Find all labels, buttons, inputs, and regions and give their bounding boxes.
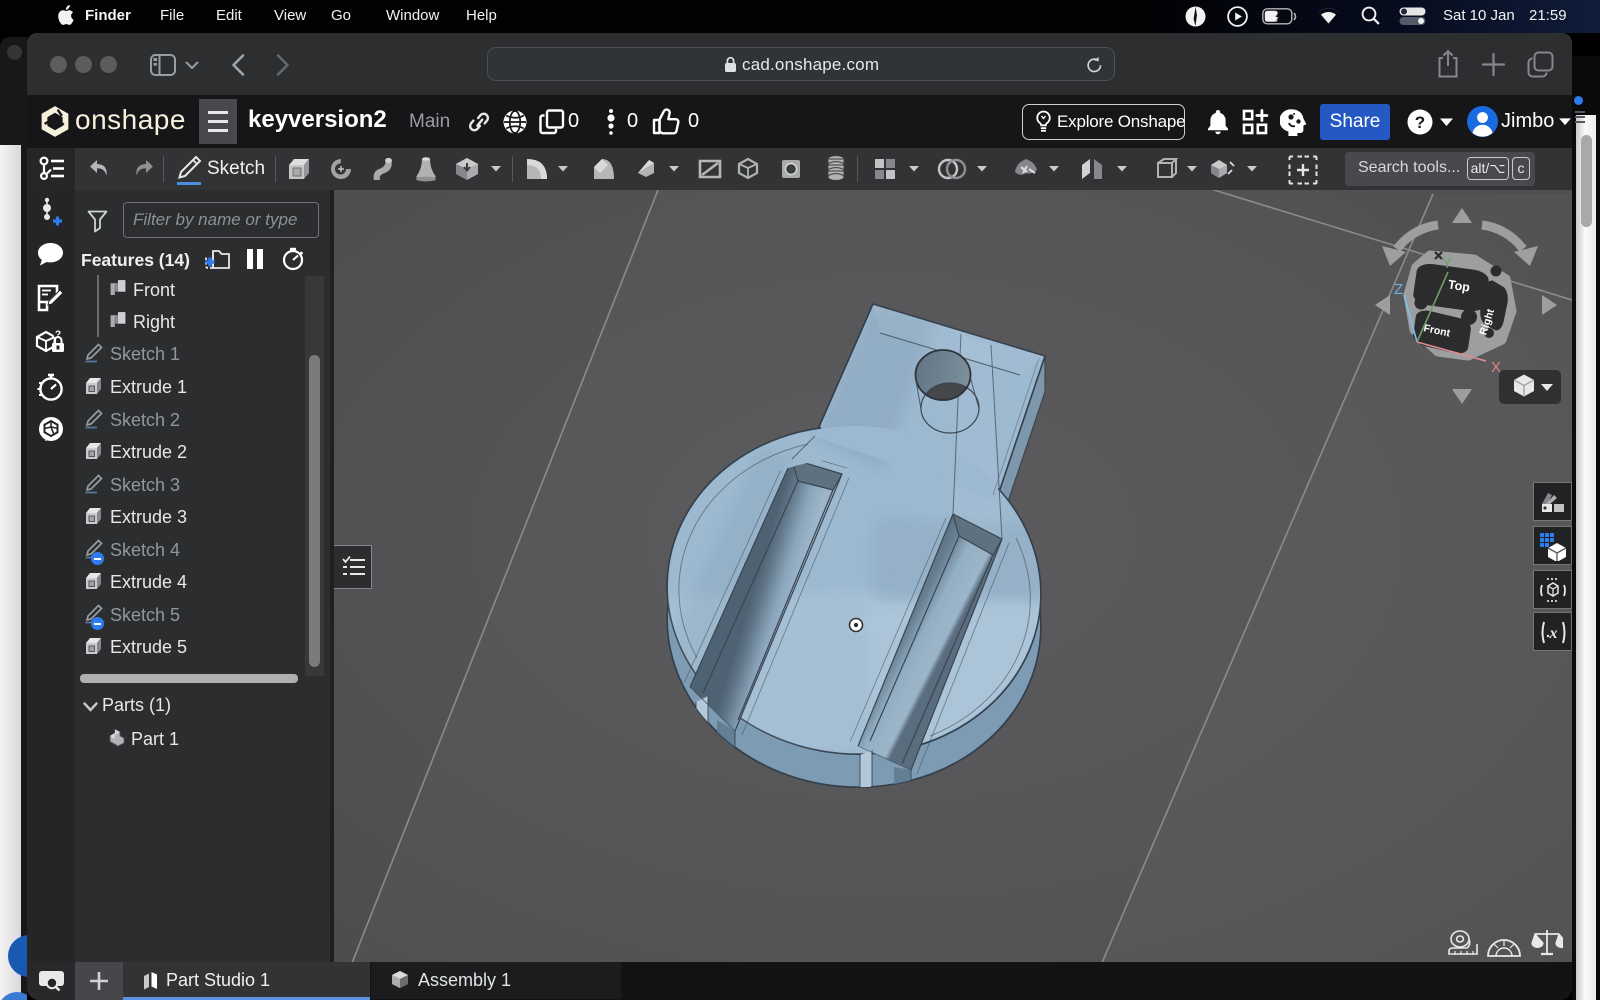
svg-text:x: x — [1549, 625, 1558, 642]
svg-text:Y: Y — [1442, 255, 1452, 272]
svg-text:Z: Z — [1394, 281, 1403, 298]
svg-text:?: ? — [1415, 113, 1425, 132]
